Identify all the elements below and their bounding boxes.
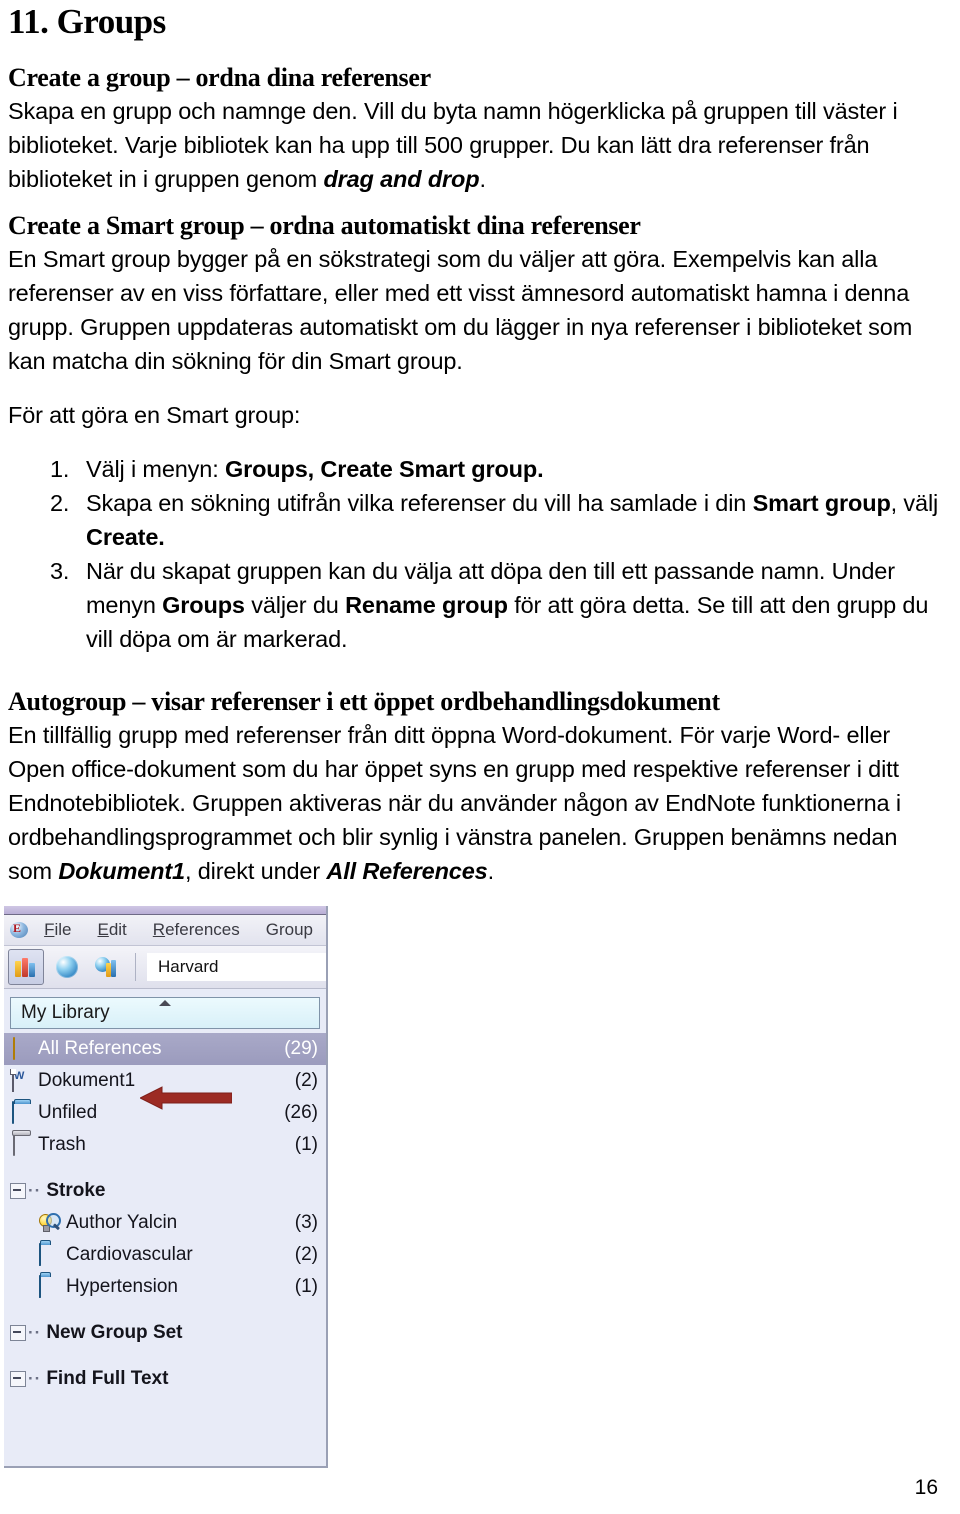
group-count: (29) (284, 1038, 318, 1059)
group-count: (2) (294, 1244, 318, 1265)
library-header-label: My Library (21, 1002, 110, 1023)
text-run-emphasis: Groups (162, 592, 245, 618)
text-run: väljer du (244, 592, 346, 618)
document-page: 11. Groups Create a group – ordna dina r… (0, 0, 960, 1514)
endnote-logo-icon: E (8, 920, 28, 940)
section-heading-create-smart-group: Create a Smart group – ordna automatiskt… (8, 211, 641, 240)
group-label: Unfiled (38, 1102, 98, 1123)
word-document-icon (10, 1069, 32, 1092)
list-item: Välj i menyn: Groups, Create Smart group… (8, 452, 942, 486)
section-paragraph-create-smart-group: En Smart group bygger på en sökstrategi … (8, 246, 913, 374)
text-run-emphasis: Dokument1 (58, 858, 185, 884)
group-count: (3) (294, 1212, 318, 1233)
group-count: (1) (294, 1134, 318, 1155)
trash-icon (10, 1133, 32, 1156)
tree-connector: ·· (28, 1323, 42, 1342)
tree-connector: ·· (28, 1369, 42, 1388)
text-run-emphasis: All References (326, 858, 488, 884)
endnote-screenshot: E File Edit References Group Harvard My … (4, 906, 328, 1468)
menu-item-references[interactable]: References (140, 920, 253, 940)
steps-intro: För att göra en Smart group: (8, 402, 301, 428)
text-run: Skapa en sökning utifrån vilka referense… (86, 490, 753, 516)
group-row-all-references[interactable]: All References (29) (4, 1033, 326, 1065)
unfiled-folder-icon (10, 1101, 32, 1124)
collapse-expander-icon[interactable] (10, 1325, 26, 1341)
group-label: Dokument1 (38, 1070, 136, 1091)
folder-icon (38, 1243, 60, 1266)
section-paragraph-create-group: Skapa en grupp och namnge den. Vill du b… (8, 94, 942, 196)
menu-edit-rest: dit (108, 920, 127, 939)
list-item: När du skapat gruppen kan du välja att d… (8, 554, 942, 656)
text-run: Välj i menyn: (86, 456, 225, 482)
menu-file-rest: ile (54, 920, 72, 939)
tree-connector: ·· (28, 1181, 42, 1200)
integrated-mode-button[interactable] (90, 950, 124, 984)
menu-item-edit[interactable]: Edit (84, 920, 139, 940)
page-number: 16 (914, 1476, 938, 1499)
section-heading-autogroup: Autogroup – visar referenser i ett öppet… (8, 687, 720, 716)
group-row-dokument1[interactable]: Dokument1 (2) (4, 1065, 326, 1097)
page-title: 11. Groups (8, 2, 166, 41)
globe-icon (56, 956, 78, 978)
books-icon (14, 956, 38, 978)
group-set-row-find-full-text[interactable]: ·· Find Full Text (4, 1363, 326, 1395)
sort-caret-icon (159, 1000, 171, 1006)
group-set-label: New Group Set (46, 1322, 183, 1343)
group-count: (2) (294, 1070, 318, 1091)
collapse-expander-icon[interactable] (10, 1371, 26, 1387)
local-library-mode-button[interactable] (8, 949, 44, 985)
all-references-icon (10, 1037, 32, 1060)
group-set-label: Stroke (46, 1180, 106, 1201)
text-run-emphasis: Smart group (752, 490, 891, 516)
toolbar-separator (135, 953, 136, 981)
text-run-emphasis: drag and drop (323, 166, 480, 192)
window-titlebar (4, 906, 326, 915)
groups-panel: My Library All References (29) Dokument1… (4, 989, 326, 1466)
group-set-label: Find Full Text (46, 1368, 169, 1389)
group-label: Author Yalcin (66, 1212, 178, 1233)
section-paragraph-autogroup: En tillfällig grupp med referenser från … (8, 718, 942, 888)
globe-books-icon (95, 956, 119, 978)
folder-icon (38, 1275, 60, 1298)
group-row-trash[interactable]: Trash (1) (4, 1129, 326, 1161)
text-run: , välj (890, 490, 939, 516)
group-set-row-new-group-set[interactable]: ·· New Group Set (4, 1317, 326, 1349)
text-run: , direkt under (184, 858, 327, 884)
text-run-emphasis: Rename group (345, 592, 508, 618)
group-row-cardiovascular[interactable]: Cardiovascular (2) (4, 1239, 326, 1271)
list-item: Skapa en sökning utifrån vilka referense… (8, 486, 942, 554)
text-run: . (479, 166, 486, 192)
text-run-emphasis: Groups, Create Smart group. (224, 456, 544, 482)
group-row-author-yalcin[interactable]: Author Yalcin (3) (4, 1207, 326, 1239)
smart-group-icon (38, 1212, 61, 1234)
online-search-mode-button[interactable] (50, 950, 84, 984)
collapse-expander-icon[interactable] (10, 1183, 26, 1199)
group-count: (1) (294, 1276, 318, 1297)
menu-item-groups[interactable]: Group (253, 920, 326, 940)
smart-group-steps-list: Välj i menyn: Groups, Create Smart group… (8, 452, 942, 656)
group-label: All References (38, 1038, 162, 1059)
menu-bar: E File Edit References Group (4, 915, 326, 946)
text-run: . (487, 858, 495, 884)
group-label: Hypertension (66, 1276, 178, 1297)
group-count: (26) (284, 1102, 318, 1123)
toolbar: Harvard (4, 946, 326, 989)
group-set-row-stroke[interactable]: ·· Stroke (4, 1175, 326, 1207)
group-row-hypertension[interactable]: Hypertension (1) (4, 1271, 326, 1303)
output-style-selector[interactable]: Harvard (147, 953, 326, 981)
library-header[interactable]: My Library (10, 997, 320, 1029)
menu-references-rest: eferences (165, 920, 240, 939)
text-run-emphasis: Create. (86, 524, 165, 550)
group-row-unfiled[interactable]: Unfiled (26) (4, 1097, 326, 1129)
group-label: Trash (38, 1134, 86, 1155)
group-label: Cardiovascular (66, 1244, 193, 1265)
menu-item-file[interactable]: File (31, 920, 84, 940)
section-heading-create-group: Create a group – ordna dina referenser (8, 63, 431, 92)
